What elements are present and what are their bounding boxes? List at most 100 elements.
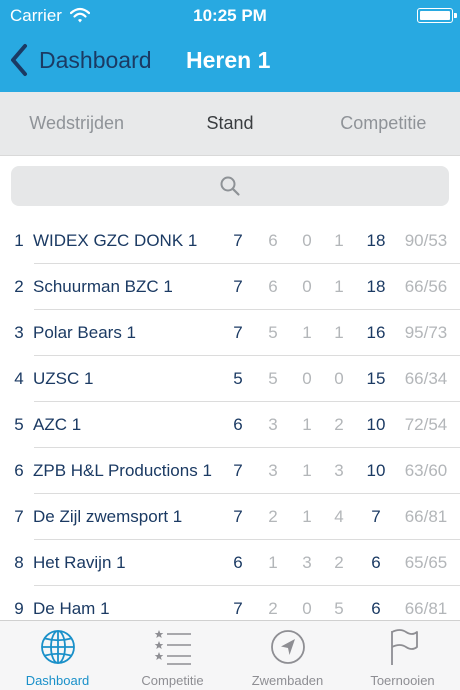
tab-wedstrijden[interactable]: Wedstrijden xyxy=(0,92,153,155)
games-won: 5 xyxy=(268,323,278,342)
points: 18 xyxy=(366,277,386,296)
games-played: 7 xyxy=(233,507,243,526)
rank: 6 xyxy=(14,461,24,480)
games-drawn: 1 xyxy=(302,415,312,434)
team-name: ZPB H&L Productions 1 xyxy=(33,461,212,480)
rank: 5 xyxy=(14,415,24,434)
tab-zwembaden[interactable]: Zwembaden xyxy=(230,621,345,690)
points: 18 xyxy=(366,231,386,250)
segmented-control: Wedstrijden Stand Competitie xyxy=(0,92,460,156)
team-name: Polar Bears 1 xyxy=(33,323,136,342)
table-row[interactable]: 3 Polar Bears 1 7 5 1 1 16 95/73 xyxy=(0,310,460,356)
games-won: 2 xyxy=(268,507,278,526)
games-played: 7 xyxy=(233,231,243,250)
back-button-label: Dashboard xyxy=(39,46,152,73)
tab-label: Toernooien xyxy=(370,673,435,688)
games-drawn: 3 xyxy=(302,553,312,572)
rank: 4 xyxy=(14,369,24,388)
games-played: 6 xyxy=(233,415,243,434)
games-lost: 1 xyxy=(334,231,344,250)
goal-ratio: 66/56 xyxy=(404,277,448,296)
standings-table: 1 WIDEX GZC DONK 1 7 6 0 1 18 90/53 2 Sc… xyxy=(0,218,460,620)
games-won: 3 xyxy=(268,461,278,480)
rank: 3 xyxy=(14,323,24,342)
ranked-list-icon xyxy=(154,630,191,665)
status-bar: Carrier 10:25 PM xyxy=(0,0,460,30)
table-row[interactable]: 5 AZC 1 6 3 1 2 10 72/54 xyxy=(0,402,460,448)
rank: 1 xyxy=(14,231,24,250)
team-name: Het Ravijn 1 xyxy=(33,553,126,572)
battery-icon xyxy=(417,8,457,23)
tab-toernooien[interactable]: Toernooien xyxy=(345,621,460,690)
games-drawn: 0 xyxy=(302,599,312,618)
table-row[interactable]: 1 WIDEX GZC DONK 1 7 6 0 1 18 90/53 xyxy=(0,218,460,264)
games-lost: 3 xyxy=(334,461,344,480)
chevron-left-icon xyxy=(11,44,27,76)
tab-competitie-nav[interactable]: Competitie xyxy=(115,621,230,690)
rank: 7 xyxy=(14,507,24,526)
table-row[interactable]: 8 Het Ravijn 1 6 1 3 2 6 65/65 xyxy=(0,540,460,586)
games-played: 7 xyxy=(233,277,243,296)
table-row[interactable]: 6 ZPB H&L Productions 1 7 3 1 3 10 63/60 xyxy=(0,448,460,494)
tab-bar: Dashboard Competitie Zwembaden Toernooie… xyxy=(0,620,460,690)
tab-competitie[interactable]: Competitie xyxy=(307,92,460,155)
tab-label: Competitie xyxy=(141,673,204,688)
tab-stand[interactable]: Stand xyxy=(153,92,306,155)
team-name: Schuurman BZC 1 xyxy=(33,277,173,296)
goal-ratio: 95/73 xyxy=(404,323,448,342)
games-lost: 0 xyxy=(334,369,344,388)
back-button[interactable]: Dashboard xyxy=(8,42,152,78)
goal-ratio: 65/65 xyxy=(404,553,448,572)
search-input[interactable] xyxy=(11,166,449,206)
tab-dashboard[interactable]: Dashboard xyxy=(0,621,115,690)
team-name: De Zijl zwemsport 1 xyxy=(33,507,183,526)
goal-ratio: 90/53 xyxy=(404,231,448,250)
games-drawn: 1 xyxy=(302,461,312,480)
points: 10 xyxy=(366,461,386,480)
rank: 8 xyxy=(14,553,24,572)
games-played: 7 xyxy=(233,323,243,342)
points: 7 xyxy=(371,507,381,526)
team-name: UZSC 1 xyxy=(33,369,94,388)
games-won: 6 xyxy=(268,231,278,250)
games-drawn: 0 xyxy=(302,369,312,388)
games-played: 7 xyxy=(233,599,243,618)
points: 16 xyxy=(366,323,386,342)
search-bar xyxy=(0,156,460,218)
games-won: 5 xyxy=(268,369,278,388)
games-drawn: 0 xyxy=(302,277,312,296)
team-name: WIDEX GZC DONK 1 xyxy=(33,231,198,250)
games-drawn: 1 xyxy=(302,323,312,342)
points: 10 xyxy=(366,415,386,434)
table-row[interactable]: 4 UZSC 1 5 5 0 0 15 66/34 xyxy=(0,356,460,402)
games-won: 3 xyxy=(268,415,278,434)
games-played: 5 xyxy=(233,369,243,388)
location-arrow-icon xyxy=(270,630,305,664)
tab-label: Dashboard xyxy=(25,673,90,688)
games-lost: 4 xyxy=(334,507,344,526)
team-name: AZC 1 xyxy=(33,415,82,434)
page-title: Heren 1 xyxy=(186,47,271,73)
games-played: 7 xyxy=(233,461,243,480)
tab-label: Zwembaden xyxy=(251,673,324,688)
games-drawn: 0 xyxy=(302,231,312,250)
points: 6 xyxy=(371,599,381,618)
games-won: 6 xyxy=(268,277,278,296)
goal-ratio: 63/60 xyxy=(404,461,448,480)
games-won: 1 xyxy=(268,553,278,572)
team-name: De Ham 1 xyxy=(33,599,110,618)
games-lost: 2 xyxy=(334,553,344,572)
table-row[interactable]: 9 De Ham 1 7 2 0 5 6 66/81 xyxy=(0,586,460,620)
table-row[interactable]: 7 De Zijl zwemsport 1 7 2 1 4 7 66/81 xyxy=(0,494,460,540)
points: 15 xyxy=(366,369,386,388)
table-row[interactable]: 2 Schuurman BZC 1 7 6 0 1 18 66/56 xyxy=(0,264,460,310)
globe-icon xyxy=(40,630,75,664)
navigation-header: Carrier 10:25 PM Dashboard Heren 1 xyxy=(0,0,460,92)
rank: 9 xyxy=(14,599,24,618)
goal-ratio: 66/34 xyxy=(404,369,448,388)
games-lost: 2 xyxy=(334,415,344,434)
games-won: 2 xyxy=(268,599,278,618)
points: 6 xyxy=(371,553,381,572)
goal-ratio: 72/54 xyxy=(404,415,448,434)
games-lost: 1 xyxy=(334,277,344,296)
